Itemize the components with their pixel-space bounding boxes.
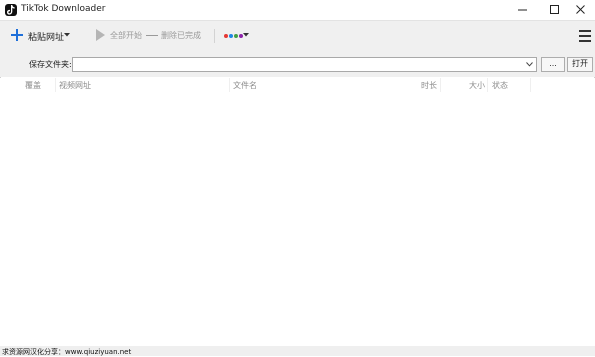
window-title: TikTok Downloader [21,4,106,14]
save-folder-label: 保存文件夹: [29,60,72,69]
color-dot-green-icon [234,34,238,38]
close-icon [576,5,585,14]
minimize-button[interactable] [509,0,537,20]
toolbar-divider [214,29,215,43]
title-bar: TikTok Downloader [0,0,595,20]
chevron-down-icon [243,33,249,37]
maximize-button[interactable] [541,0,569,20]
remove-completed-label: 删除已完成 [161,31,201,40]
paste-url-label: 粘贴网址 [28,33,65,43]
menu-line-icon [579,40,591,42]
maximize-icon [550,5,559,14]
column-header-duration[interactable]: 时长 [421,80,437,91]
color-dot-red-icon [224,34,228,38]
tiktok-logo-icon [5,4,17,16]
column-header-size[interactable]: 大小 [469,80,485,91]
play-icon [96,29,105,41]
plus-icon [11,29,23,41]
start-all-button[interactable]: 全部开始 [92,21,144,51]
column-divider[interactable] [229,78,230,92]
remove-completed-button[interactable]: 删除已完成 [146,21,210,51]
column-divider[interactable] [487,78,488,92]
save-folder-row: 保存文件夹: ... 打开 [0,51,595,77]
paste-url-button[interactable]: 粘贴网址 [6,21,74,51]
menu-line-icon [579,30,591,32]
open-folder-button[interactable]: 打开 [567,57,593,72]
menu-line-icon [579,35,591,37]
column-header-video-url[interactable]: 视频网址 [59,80,91,91]
save-folder-combobox[interactable] [72,57,537,72]
color-picker-button[interactable] [222,21,252,51]
watermark-bar: 求资源网汉化分享：www.qiuziyuan.net [0,346,595,356]
column-divider[interactable] [55,78,56,92]
close-button[interactable] [567,0,595,20]
column-divider[interactable] [440,78,441,92]
column-header-cover[interactable]: 覆盖 [25,80,41,91]
download-table-header: 覆盖 视频网址 文件名 时长 大小 状态 [0,78,595,92]
browse-folder-button[interactable]: ... [541,57,565,72]
column-divider[interactable] [530,78,531,92]
minimize-icon [518,9,527,11]
minus-icon [146,35,158,36]
start-all-label: 全部开始 [110,31,142,40]
toolbar: 粘贴网址 全部开始 删除已完成 [0,20,595,52]
download-list[interactable] [0,92,595,346]
chevron-down-icon[interactable] [526,62,533,67]
chevron-down-icon[interactable] [64,33,70,37]
color-dot-blue-icon [229,34,233,38]
column-header-status[interactable]: 状态 [492,80,508,91]
column-header-filename[interactable]: 文件名 [233,80,257,91]
hamburger-menu-button[interactable] [576,21,594,51]
